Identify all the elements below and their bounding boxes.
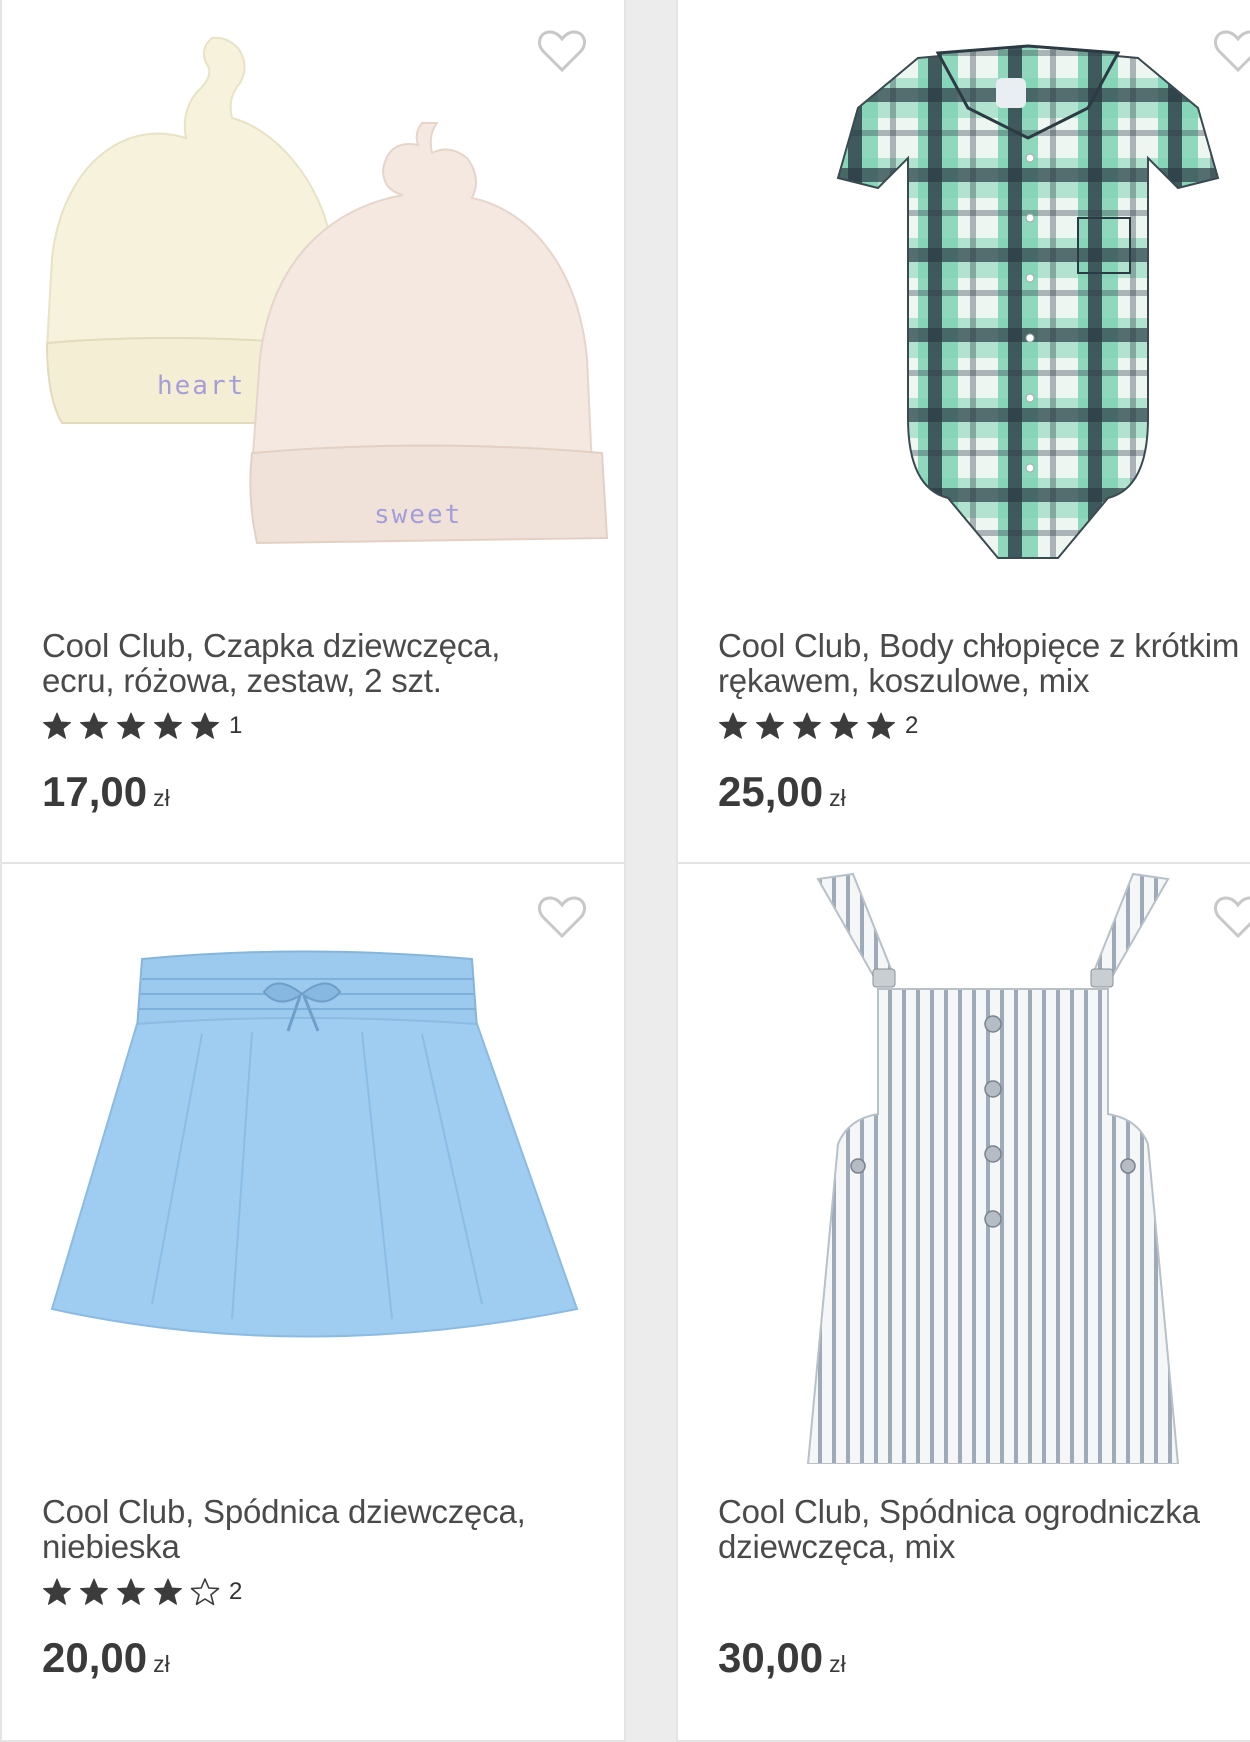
product-rating: 2 xyxy=(718,710,918,742)
product-title[interactable]: Cool Club, Body chłopięce z krótkim ręka… xyxy=(718,628,1250,698)
hats-image: heart sweet xyxy=(45,36,609,545)
star-filled-icon xyxy=(117,712,145,739)
hat-text-heart: heart xyxy=(157,371,245,401)
star-filled-icon xyxy=(191,712,219,739)
product-image[interactable] xyxy=(2,864,624,1464)
product-title[interactable]: Cool Club, Czapka dziewczęca, ecru, różo… xyxy=(42,628,602,698)
price-value: 30,00 xyxy=(718,1634,824,1681)
price-currency: zł xyxy=(153,1651,170,1677)
rating-count: 1 xyxy=(229,712,243,739)
price-currency: zł xyxy=(153,785,170,811)
price-value: 25,00 xyxy=(718,768,824,815)
price-value: 20,00 xyxy=(42,1634,148,1681)
product-card[interactable]: Cool Club, Body chłopięce z krótkim ręka… xyxy=(676,0,1250,864)
product-price: 30,00 zł xyxy=(718,1634,846,1682)
rating-count: 2 xyxy=(229,1578,243,1605)
product-price: 25,00 zł xyxy=(718,768,846,816)
product-rating: 1 xyxy=(42,710,242,742)
star-filled-icon xyxy=(756,712,784,739)
star-filled-icon xyxy=(793,712,821,739)
star-filled-icon xyxy=(830,712,858,739)
star-filled-icon xyxy=(117,1578,145,1605)
rating-count: 2 xyxy=(905,712,919,739)
star-filled-icon xyxy=(43,1578,71,1605)
heart-outline-icon[interactable] xyxy=(1213,894,1250,940)
product-title[interactable]: Cool Club, Spódnica dziewczęca, niebiesk… xyxy=(42,1494,602,1564)
star-filled-icon xyxy=(154,1578,182,1605)
product-image[interactable] xyxy=(678,0,1250,598)
star-outline-icon xyxy=(190,1578,220,1606)
heart-outline-icon[interactable] xyxy=(537,28,587,74)
product-card[interactable]: Cool Club, Spódnica dziewczęca, niebiesk… xyxy=(0,862,626,1742)
product-card[interactable]: Cool Club, Spódnica ogrodniczka dziewczę… xyxy=(676,862,1250,1742)
product-title[interactable]: Cool Club, Spódnica ogrodniczka dziewczę… xyxy=(718,1494,1250,1564)
star-filled-icon xyxy=(867,712,895,739)
product-card[interactable]: heart sweet Cool Club, Czapka dziewczęca… xyxy=(0,0,626,864)
heart-outline-icon[interactable] xyxy=(537,894,587,940)
star-filled-icon xyxy=(80,1578,108,1605)
star-filled-icon xyxy=(80,712,108,739)
product-rating: 2 xyxy=(42,1576,242,1608)
bodysuit-image xyxy=(836,44,1220,559)
star-filled-icon xyxy=(154,712,182,739)
product-image[interactable]: heart sweet xyxy=(2,0,624,598)
star-filled-icon xyxy=(43,712,71,739)
heart-outline-icon[interactable] xyxy=(1213,28,1250,74)
price-currency: zł xyxy=(829,1651,846,1677)
skirt-image xyxy=(50,950,579,1338)
hat-text-sweet: sweet xyxy=(374,500,462,530)
product-price: 17,00 zł xyxy=(42,768,170,816)
product-image[interactable] xyxy=(678,864,1250,1464)
dungaree-dress-image xyxy=(806,872,1180,1464)
star-filled-icon xyxy=(719,712,747,739)
product-price: 20,00 zł xyxy=(42,1634,170,1682)
product-grid: heart sweet Cool Club, Czapka dziewczęca… xyxy=(0,0,1250,1742)
price-value: 17,00 xyxy=(42,768,148,815)
price-currency: zł xyxy=(829,785,846,811)
